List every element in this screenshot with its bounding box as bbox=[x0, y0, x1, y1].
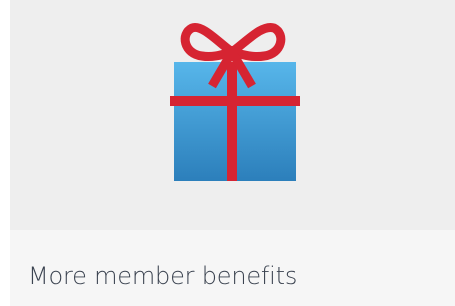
ribbon-horizontal bbox=[170, 96, 300, 106]
card-title[interactable]: More member benefits bbox=[28, 262, 297, 290]
bow-knot bbox=[226, 46, 238, 58]
card-image-area bbox=[10, 0, 455, 230]
ribbon-vertical bbox=[227, 62, 237, 181]
left-edge-strip bbox=[0, 0, 10, 306]
gift-icon bbox=[170, 23, 300, 181]
member-benefits-card[interactable]: More member benefits bbox=[10, 0, 455, 306]
card-footer: More member benefits bbox=[10, 230, 455, 306]
